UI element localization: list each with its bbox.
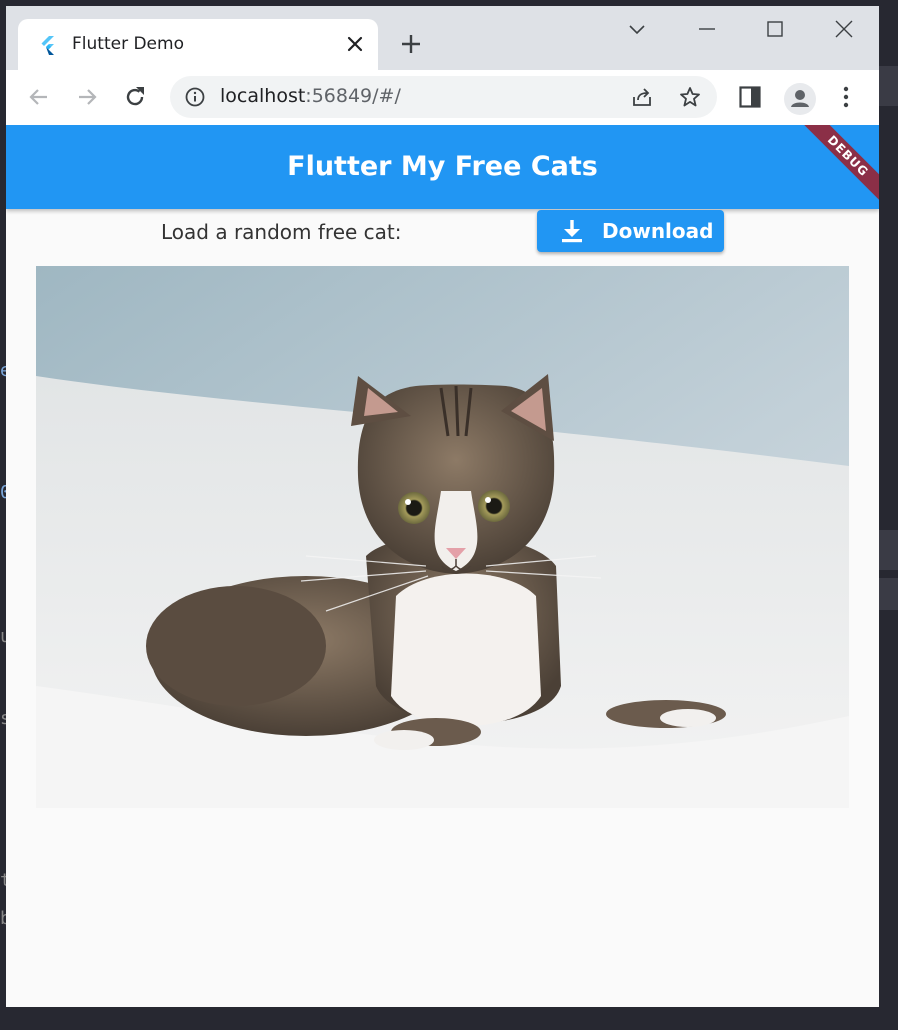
browser-toolbar: localhost:56849/#/ — [6, 70, 879, 125]
url-path: :56849/#/ — [305, 85, 401, 107]
reload-icon[interactable] — [122, 84, 148, 110]
background-editor-panel — [878, 66, 898, 106]
download-button-label: Download — [602, 219, 714, 243]
share-icon[interactable] — [630, 85, 654, 109]
browser-tab[interactable]: Flutter Demo — [18, 19, 378, 70]
plus-icon[interactable] — [400, 33, 422, 55]
person-icon[interactable] — [784, 83, 816, 115]
background-editor-panel — [878, 530, 898, 570]
background-editor-panel — [878, 578, 898, 610]
app-bar: Flutter My Free Cats — [6, 125, 879, 209]
app-viewport: Flutter My Free Cats DEBUG Load a random… — [6, 125, 879, 1007]
info-icon[interactable] — [184, 86, 206, 108]
chevron-down-icon[interactable] — [626, 18, 648, 40]
download-icon — [562, 220, 582, 243]
url-text[interactable]: localhost:56849/#/ — [220, 85, 401, 107]
close-icon[interactable] — [344, 33, 366, 55]
tab-strip: Flutter Demo — [6, 6, 879, 70]
star-icon[interactable] — [678, 85, 702, 109]
kebab-menu-icon[interactable] — [833, 84, 859, 110]
close-icon[interactable] — [833, 18, 855, 40]
flutter-logo-icon — [41, 36, 54, 55]
maximize-icon[interactable] — [764, 18, 786, 40]
app-title: Flutter My Free Cats — [287, 151, 598, 182]
url-host: localhost — [220, 85, 306, 107]
address-bar[interactable]: localhost:56849/#/ — [170, 76, 717, 118]
download-button[interactable]: Download — [537, 210, 724, 252]
arrow-right-icon[interactable] — [74, 84, 100, 110]
minimize-icon[interactable] — [696, 18, 718, 40]
tab-title: Flutter Demo — [72, 34, 184, 54]
side-panel-icon[interactable] — [737, 84, 763, 110]
arrow-left-icon[interactable] — [26, 84, 52, 110]
load-cat-label: Load a random free cat: — [161, 220, 402, 244]
browser-window: Flutter Demo localhost:56849/#/ Flutter … — [6, 6, 879, 1007]
cat-photo — [36, 266, 849, 808]
